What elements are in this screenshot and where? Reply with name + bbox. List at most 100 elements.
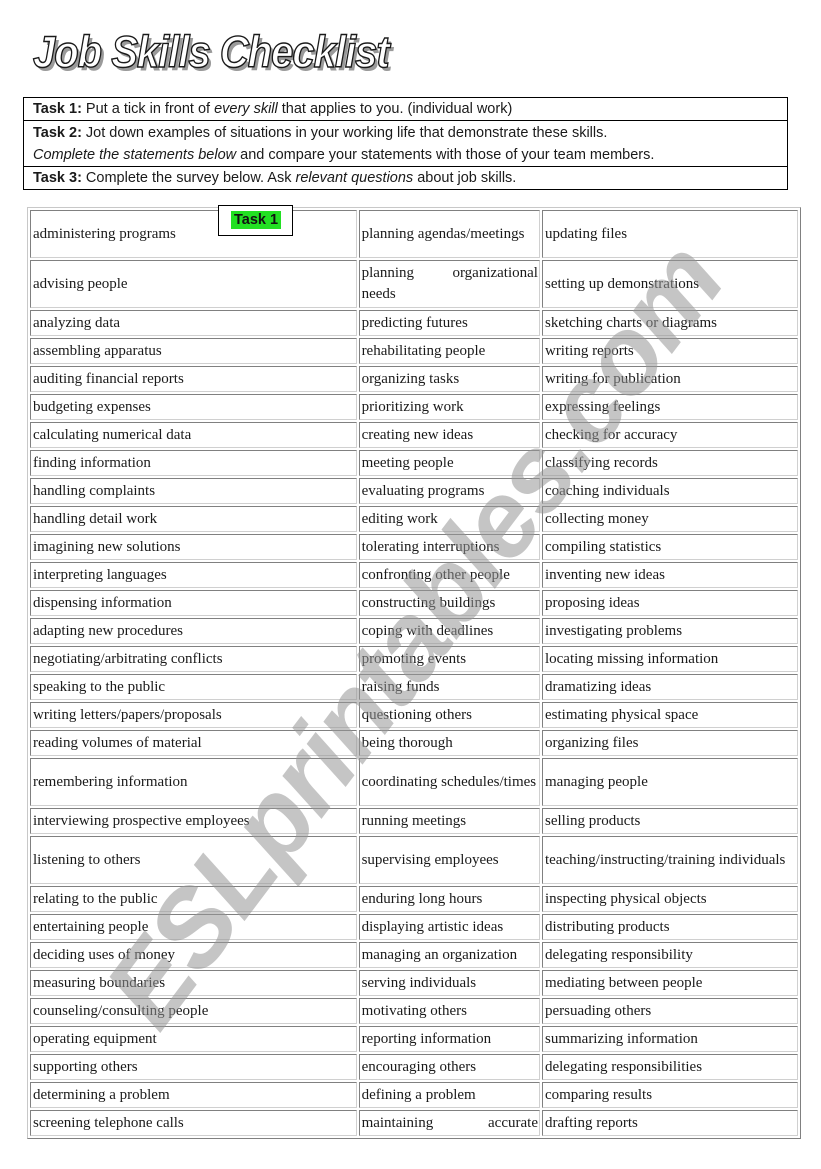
task-text-emphasis: relevant questions	[295, 170, 414, 186]
page-title: Job Skills Checklist	[32, 27, 390, 78]
skill-cell: auditing financial reports	[30, 366, 357, 392]
skill-cell: dispensing information	[30, 590, 357, 616]
skill-cell: handling detail work	[30, 506, 357, 532]
skill-cell: imagining new solutions	[30, 534, 357, 560]
skill-cell: measuring boundaries	[30, 970, 357, 996]
skill-cell: teaching/instructing/training individual…	[541, 836, 798, 884]
task-2-instruction: Task 2: Jot down examples of situations …	[24, 121, 787, 167]
task-label: Task 3:	[33, 170, 82, 186]
skill-cell: adapting new procedures	[30, 618, 357, 644]
skill-cell: inventing new ideas	[541, 562, 798, 588]
table-row: supporting others encouraging others deleg…	[30, 1054, 798, 1080]
task-text-emphasis: every skill	[214, 101, 278, 117]
skill-cell: relating to the public	[30, 886, 357, 912]
task-text: that applies to you. (individual work)	[277, 101, 513, 117]
skill-cell: reading volumes of material	[30, 730, 357, 756]
skill-cell: promoting events	[358, 646, 540, 672]
skill-cell: planning organizational needs	[358, 260, 540, 308]
skill-cell: compiling statistics	[541, 534, 798, 560]
skill-cell: supervising employees	[358, 836, 540, 884]
skill-cell: creating new ideas	[358, 422, 540, 448]
table-row: writing letters/papers/proposals question…	[30, 702, 798, 728]
table-row: entertaining people displaying artistic i…	[30, 914, 798, 940]
skill-cell: determining a problem	[30, 1082, 357, 1108]
skill-cell: interviewing prospective employees	[30, 808, 357, 834]
skill-cell: prioritizing work	[358, 394, 540, 420]
skill-cell: constructing buildings	[358, 590, 540, 616]
skill-cell: classifying records	[541, 450, 798, 476]
skill-cell: estimating physical space	[541, 702, 798, 728]
table-row: deciding uses of money managing an organi…	[30, 942, 798, 968]
table-row: measuring boundaries serving individuals m…	[30, 970, 798, 996]
skill-cell: operating equipment	[30, 1026, 357, 1052]
skill-cell: administering programs	[30, 210, 357, 258]
skill-cell: coping with deadlines	[358, 618, 540, 644]
skill-cell: evaluating programs	[358, 478, 540, 504]
table-row: handling detail work editing work collecti…	[30, 506, 798, 532]
skill-cell: remembering information	[30, 758, 357, 806]
skill-cell: rehabilitating people	[358, 338, 540, 364]
skill-cell: dramatizing ideas	[541, 674, 798, 700]
task-label: Task 1:	[33, 101, 82, 117]
skill-cell: editing work	[358, 506, 540, 532]
skill-cell: comparing results	[541, 1082, 798, 1108]
skill-cell: deciding uses of money	[30, 942, 357, 968]
skill-cell: encouraging others	[358, 1054, 540, 1080]
skill-cell: setting up demonstrations	[541, 260, 798, 308]
skill-cell: questioning others	[358, 702, 540, 728]
table-row: calculating numerical data creating new i…	[30, 422, 798, 448]
skill-cell: locating missing information	[541, 646, 798, 672]
table-row: imagining new solutions tolerating interr…	[30, 534, 798, 560]
skill-cell: meeting people	[358, 450, 540, 476]
skill-cell: serving individuals	[358, 970, 540, 996]
skill-cell: interpreting languages	[30, 562, 357, 588]
skill-cell: planning agendas/meetings	[358, 210, 540, 258]
table-row: handling complaints evaluating programs co…	[30, 478, 798, 504]
table-row: interpreting languages confronting other …	[30, 562, 798, 588]
skill-cell: drafting reports	[541, 1110, 798, 1136]
skill-cell: advising people	[30, 260, 357, 308]
table-row: screening telephone calls maintaining acc…	[30, 1110, 798, 1136]
skill-cell: listening to others	[30, 836, 357, 884]
skill-cell: proposing ideas	[541, 590, 798, 616]
skill-cell: persuading others	[541, 998, 798, 1024]
task-text: and compare your statements with those o…	[236, 147, 655, 163]
skill-cell: writing letters/papers/proposals	[30, 702, 357, 728]
skills-table-body: administering programs planning agendas/m…	[30, 210, 798, 1136]
task-text: Complete the survey below. Ask	[81, 170, 296, 186]
table-row: reading volumes of material being thoroug…	[30, 730, 798, 756]
table-row: budgeting expenses prioritizing work expre…	[30, 394, 798, 420]
task-1-instruction: Task 1: Put a tick in front of every ski…	[24, 98, 787, 121]
skill-cell: selling products	[541, 808, 798, 834]
table-row: advising people planning organizational n…	[30, 260, 798, 308]
table-row: negotiating/arbitrating conflicts promoti…	[30, 646, 798, 672]
skill-cell: coaching individuals	[541, 478, 798, 504]
table-row: remembering information coordinating sche…	[30, 758, 798, 806]
table-row: finding information meeting people classif…	[30, 450, 798, 476]
task-text: Jot down examples of situations in your …	[81, 125, 608, 141]
skill-cell: checking for accuracy	[541, 422, 798, 448]
skill-cell: managing people	[541, 758, 798, 806]
skill-cell: confronting other people	[358, 562, 540, 588]
task-3-instruction: Task 3: Complete the survey below. Ask r…	[24, 167, 787, 189]
skill-cell: counseling/consulting people	[30, 998, 357, 1024]
skill-cell: supporting others	[30, 1054, 357, 1080]
skill-cell: screening telephone calls	[30, 1110, 357, 1136]
skill-cell: budgeting expenses	[30, 394, 357, 420]
skill-cell: calculating numerical data	[30, 422, 357, 448]
skill-cell: finding information	[30, 450, 357, 476]
skill-cell: sketching charts or diagrams	[541, 310, 798, 336]
task-text: Put a tick in front of	[81, 101, 215, 117]
table-row: listening to others supervising employees…	[30, 836, 798, 884]
skill-cell: organizing tasks	[358, 366, 540, 392]
table-row: determining a problem defining a problem c…	[30, 1082, 798, 1108]
table-row: operating equipment reporting information…	[30, 1026, 798, 1052]
skill-cell: maintaining accurate	[358, 1110, 540, 1136]
skill-cell: updating files	[541, 210, 798, 258]
table-row: dispensing information constructing build…	[30, 590, 798, 616]
skill-cell: running meetings	[358, 808, 540, 834]
skill-cell: collecting money	[541, 506, 798, 532]
skill-cell: delegating responsibilities	[541, 1054, 798, 1080]
table-row: counseling/consulting people motivating o…	[30, 998, 798, 1024]
task-label: Task 2:	[33, 125, 82, 141]
